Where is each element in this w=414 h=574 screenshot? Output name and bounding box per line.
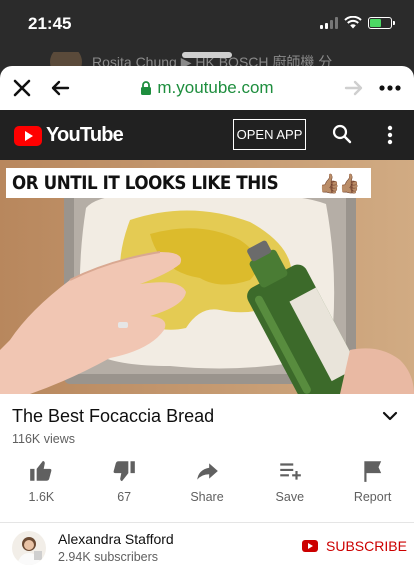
video-title: The Best Focaccia Bread [12, 406, 215, 426]
caption-text: OR UNTIL IT LOOKS LIKE THIS [12, 172, 279, 194]
battery-icon [368, 16, 395, 29]
chevron-down-icon[interactable] [382, 410, 398, 422]
subscriber-count: 2.94K subscribers [58, 550, 159, 564]
open-app-button[interactable]: OPEN APP [233, 119, 306, 150]
lock-icon [141, 81, 152, 95]
url-text: m.youtube.com [157, 78, 274, 97]
status-bar: 21:45 [0, 0, 414, 48]
video-player[interactable]: OR UNTIL IT LOOKS LIKE THIS 👍🏽👍🏽 [0, 160, 414, 394]
cellular-signal-icon [320, 16, 338, 29]
youtube-logo[interactable]: YouTube [14, 124, 124, 147]
status-icons [320, 16, 395, 29]
wifi-icon [344, 16, 362, 29]
video-info[interactable]: The Best Focaccia Bread 116K views [0, 394, 414, 450]
save-label: Save [275, 490, 305, 504]
more-options-icon[interactable] [378, 78, 402, 98]
like-button[interactable]: 1.6K [0, 450, 83, 516]
subscribe-label: SUBSCRIBE [326, 538, 407, 554]
view-count: 116K views [12, 432, 75, 446]
share-label: Share [190, 490, 224, 504]
save-playlist-icon [280, 463, 301, 480]
youtube-subscribe-icon [302, 540, 318, 552]
sheet-grabber[interactable] [182, 52, 232, 58]
channel-row: Alexandra Stafford 2.94K subscribers SUB… [0, 522, 414, 574]
forward-arrow-icon[interactable] [344, 78, 364, 98]
share-icon [197, 463, 218, 480]
channel-avatar[interactable] [12, 531, 46, 565]
thumbs-up-icon [30, 460, 52, 481]
like-count: 1.6K [28, 490, 55, 504]
thumbs-up-emoji: 👍🏽👍🏽 [318, 172, 360, 195]
youtube-wordmark: YouTube [46, 124, 124, 146]
dislike-button[interactable]: 67 [83, 450, 166, 516]
action-bar: 1.6K 67 Share Save Report [0, 450, 414, 516]
dislike-count: 67 [117, 490, 132, 504]
thumbs-down-icon [113, 461, 136, 482]
report-button[interactable]: Report [331, 450, 414, 516]
search-icon[interactable] [332, 124, 352, 144]
channel-name[interactable]: Alexandra Stafford [58, 531, 174, 547]
browser-toolbar: m.youtube.com [0, 66, 414, 110]
share-button[interactable]: Share [166, 450, 249, 516]
flag-icon [363, 461, 381, 482]
status-time: 21:45 [28, 14, 72, 33]
report-label: Report [353, 490, 392, 504]
youtube-play-icon [14, 125, 42, 146]
youtube-header: YouTube OPEN APP [0, 110, 414, 160]
kebab-menu-icon[interactable] [380, 124, 400, 146]
video-caption: OR UNTIL IT LOOKS LIKE THIS 👍🏽👍🏽 [6, 168, 371, 198]
browser-sheet: m.youtube.com YouTube OPEN APP OR UNTIL … [0, 66, 414, 574]
subscribe-button[interactable]: SUBSCRIBE [302, 538, 407, 554]
save-button[interactable]: Save [248, 450, 331, 516]
